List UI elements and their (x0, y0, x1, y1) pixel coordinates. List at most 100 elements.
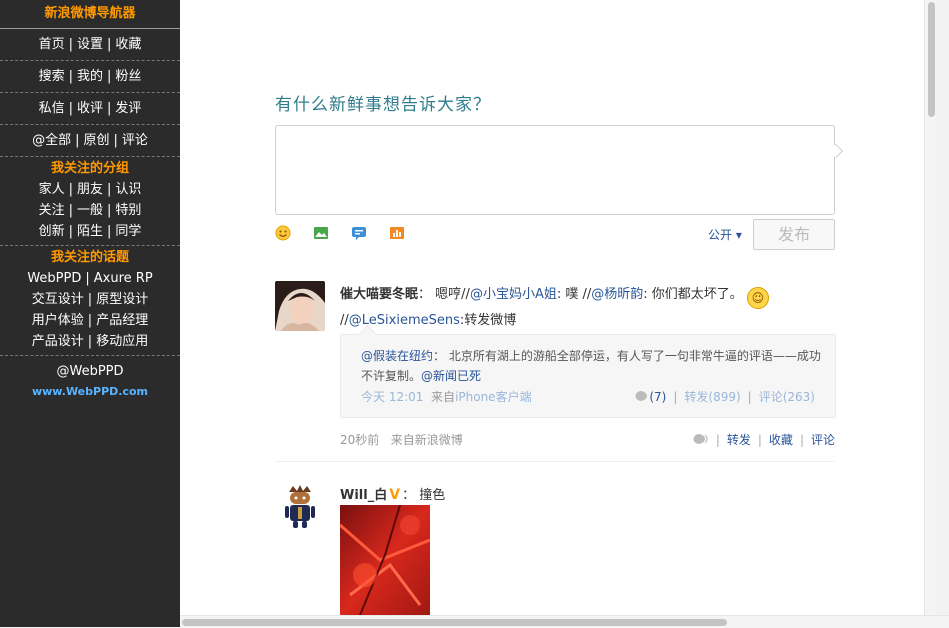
nav-search[interactable]: 搜索 (39, 69, 65, 84)
nav-mine[interactable]: 我的 (77, 69, 103, 84)
author-colon: ： (418, 287, 432, 302)
group-general[interactable]: 一般 (77, 203, 103, 218)
topic-product-manager[interactable]: 产品经理 (96, 313, 148, 328)
topic-interaction-design[interactable]: 交互设计 (32, 292, 84, 307)
repost-repost-link[interactable]: 转发(899) (684, 390, 740, 404)
topic-user-experience[interactable]: 用户体验 (32, 313, 84, 328)
chart-icon[interactable] (389, 225, 405, 241)
horizontal-scrollbar[interactable] (180, 615, 949, 628)
webppd-handle[interactable]: @WebPPD (0, 362, 180, 382)
topic-row: 交互设计 | 原型设计 (31, 292, 149, 307)
post-text: 催大喵要冬眠： 嗯哼//@小宝妈小A姐: 噗 //@杨昕韵: 你们都太坏了。 ☺… (340, 283, 820, 332)
nav-home[interactable]: 首页 (39, 37, 65, 52)
followed-groups: 我关注的分组 家人 | 朋友 | 认识 关注 | 一般 | 特别 创新 | 陌生 | 同学 (0, 157, 180, 246)
nav-comments[interactable]: 评论 (122, 133, 148, 148)
post-actions: | 转发 | 收藏 | 评论 (693, 431, 835, 448)
post-text-segment: 嗯哼// (431, 287, 470, 302)
nav-fans[interactable]: 粉丝 (115, 69, 141, 84)
avatar[interactable] (275, 482, 325, 532)
feed-divider (275, 461, 834, 462)
group-row: 家人 | 朋友 | 认识 (38, 182, 142, 197)
main-content: 有什么新鲜事想告诉大家？ 公开 ▾ 发布 催大喵要冬眠： 嗯哼//@小宝妈小A姐… (180, 0, 937, 615)
topic-product-design[interactable]: 产品设计 (32, 334, 84, 349)
group-innovation[interactable]: 创新 (39, 224, 65, 239)
comment-button[interactable]: 评论 (811, 433, 835, 447)
topic-webppd[interactable]: WebPPD (27, 271, 81, 286)
nav-sent-comments[interactable]: 发评 (115, 101, 141, 116)
repost-like-count[interactable]: (7) (649, 390, 666, 404)
group-family[interactable]: 家人 (39, 182, 65, 197)
repost-from-label: 来自 (431, 390, 456, 404)
reposted-content: @假装在纽约： 北京所有湖上的游船全部停运，有人写了一句非常牛逼的评语——成功不… (340, 325, 836, 418)
topic-row: 用户体验 | 产品经理 (31, 313, 149, 328)
nav-row-messages: 私信 | 收评 | 发评 (0, 93, 180, 125)
group-row: 创新 | 陌生 | 同学 (38, 224, 142, 239)
group-follow[interactable]: 关注 (39, 203, 65, 218)
post-input-notch (828, 143, 844, 159)
post-source[interactable]: 新浪微博 (415, 433, 463, 447)
post-author[interactable]: Will_白 (340, 488, 387, 503)
post-image[interactable] (340, 505, 430, 615)
composer-prompt: 有什么新鲜事想告诉大家？ (275, 95, 491, 115)
red-leaves-photo (340, 505, 430, 615)
nav-favorites[interactable]: 收藏 (115, 37, 141, 52)
post-text-segment: : 噗 // (556, 287, 592, 302)
topic-icon[interactable] (351, 225, 367, 241)
like-icon[interactable] (635, 390, 649, 402)
vertical-scrollbar[interactable] (924, 0, 937, 615)
post-time[interactable]: 20秒前 (340, 433, 379, 447)
post-text-segment: :转发微博 (459, 313, 517, 328)
mention-link[interactable]: @小宝妈小A姐 (470, 287, 557, 302)
mention-link[interactable]: @新闻已死 (421, 369, 481, 383)
nav-private-messages[interactable]: 私信 (39, 101, 65, 116)
image-icon[interactable] (313, 225, 329, 241)
nav-received-comments[interactable]: 收评 (77, 101, 103, 116)
repost-time[interactable]: 今天 12:01 (361, 390, 423, 404)
post-text-segment: : 你们都太坏了。 (643, 287, 743, 302)
repost-button[interactable]: 转发 (727, 433, 751, 447)
nav-original[interactable]: 原创 (83, 133, 109, 148)
horizontal-scrollbar-thumb[interactable] (182, 619, 727, 626)
nav-row-mentions: @全部 | 原创 | 评论 (0, 125, 180, 157)
emoji-icon: ☺ (746, 287, 769, 309)
post-meta: 20秒前 来自新浪微博 (340, 431, 463, 448)
post-author[interactable]: 催大喵要冬眠 (340, 287, 418, 302)
repost-actions: (7) | 转发(899) | 评论(263) (635, 388, 815, 405)
group-acquaintances[interactable]: 认识 (115, 182, 141, 197)
followed-groups-title: 我关注的分组 (50, 161, 129, 176)
smile-icon[interactable] (275, 225, 291, 241)
favorite-button[interactable]: 收藏 (769, 433, 793, 447)
visibility-dropdown[interactable]: 公开 ▾ (708, 226, 742, 243)
topic-mobile-apps[interactable]: 移动应用 (96, 334, 148, 349)
topic-prototype-design[interactable]: 原型设计 (96, 292, 148, 307)
vertical-scrollbar-thumb[interactable] (928, 2, 935, 117)
nav-settings[interactable]: 设置 (77, 37, 103, 52)
group-friends[interactable]: 朋友 (77, 182, 103, 197)
repost-author[interactable]: @假装在纽约 (361, 349, 433, 363)
post-text: Will_白 V： 撞色 (340, 484, 445, 503)
mention-link[interactable]: @杨昕韵 (591, 287, 643, 302)
group-classmates[interactable]: 同学 (115, 224, 141, 239)
repost-source[interactable]: iPhone客户端 (455, 390, 532, 404)
repost-meta: 今天 12:01 来自iPhone客户端 (361, 388, 532, 405)
author-colon: ： (402, 488, 416, 503)
webppd-site-link[interactable]: www.WebPPD.com (0, 382, 180, 402)
nav-row-search: 搜索 | 我的 | 粉丝 (0, 61, 180, 93)
group-row: 关注 | 一般 | 特别 (38, 203, 142, 218)
avatar[interactable] (275, 281, 325, 331)
android-avatar-icon (275, 482, 325, 532)
like-icon[interactable] (693, 433, 709, 445)
nav-all-mentions[interactable]: @全部 (32, 133, 71, 148)
topic-row: 产品设计 | 移动应用 (31, 334, 149, 349)
topic-row: WebPPD | Axure RP (27, 271, 153, 286)
repost-text: @假装在纽约： 北京所有湖上的游船全部停运，有人写了一句非常牛逼的评语——成功不… (361, 346, 821, 386)
topic-axure[interactable]: Axure RP (94, 271, 153, 286)
repost-comment-link[interactable]: 评论(263) (759, 390, 815, 404)
group-special[interactable]: 特别 (115, 203, 141, 218)
followed-topics-title: 我关注的话题 (50, 250, 129, 265)
navigator-title: 新浪微博导航器 (0, 0, 180, 29)
post-from-label: 来自 (390, 433, 415, 447)
post-input[interactable] (275, 125, 844, 215)
publish-button[interactable]: 发布 (753, 219, 835, 250)
group-strangers[interactable]: 陌生 (77, 224, 103, 239)
